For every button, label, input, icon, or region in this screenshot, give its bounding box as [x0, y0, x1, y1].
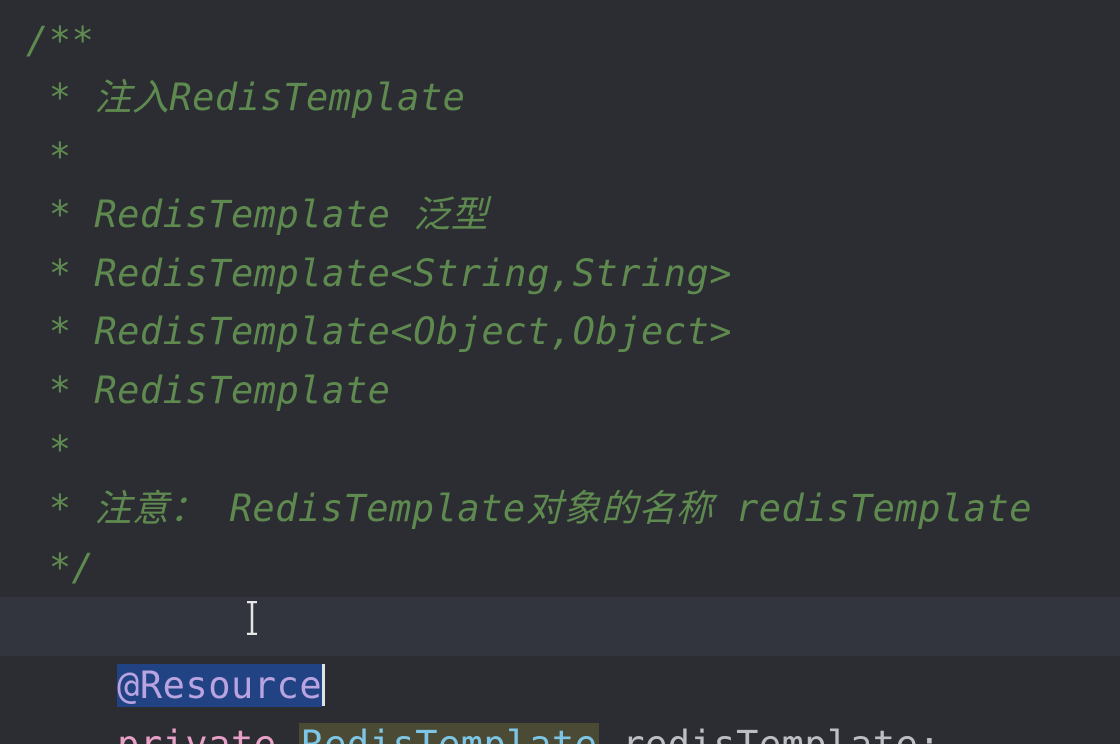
javadoc-line-inject: * 注入RedisTemplate — [26, 76, 466, 119]
javadoc-line-raw: * RedisTemplate — [26, 369, 391, 412]
ibeam-cursor-icon — [247, 601, 257, 635]
javadoc-line-string-string: * RedisTemplate<String,String> — [26, 252, 733, 295]
javadoc-close-line: */ — [26, 546, 95, 589]
javadoc-line-generic: * RedisTemplate 泛型 — [26, 193, 489, 236]
semicolon: ; — [918, 723, 941, 744]
javadoc-open-line: /** — [26, 19, 95, 62]
redistemplate-type[interactable]: RedisTemplate — [299, 723, 600, 744]
current-line[interactable]: @Resource — [0, 597, 1120, 707]
javadoc-line-object-object: * RedisTemplate<Object,Object> — [26, 310, 733, 353]
field-name[interactable]: redisTemplate — [622, 723, 918, 744]
javadoc-blank-line: * — [26, 428, 72, 471]
field-declaration-line[interactable]: private RedisTemplate redisTemplate; — [0, 656, 1120, 744]
private-keyword: private — [117, 723, 276, 744]
javadoc-line-note: * 注意： RedisTemplate对象的名称 redisTemplate — [26, 487, 1033, 530]
javadoc-blank-line: * — [26, 135, 72, 178]
code-editor[interactable]: /** * 注入RedisTemplate * * RedisTemplate … — [0, 0, 1120, 744]
